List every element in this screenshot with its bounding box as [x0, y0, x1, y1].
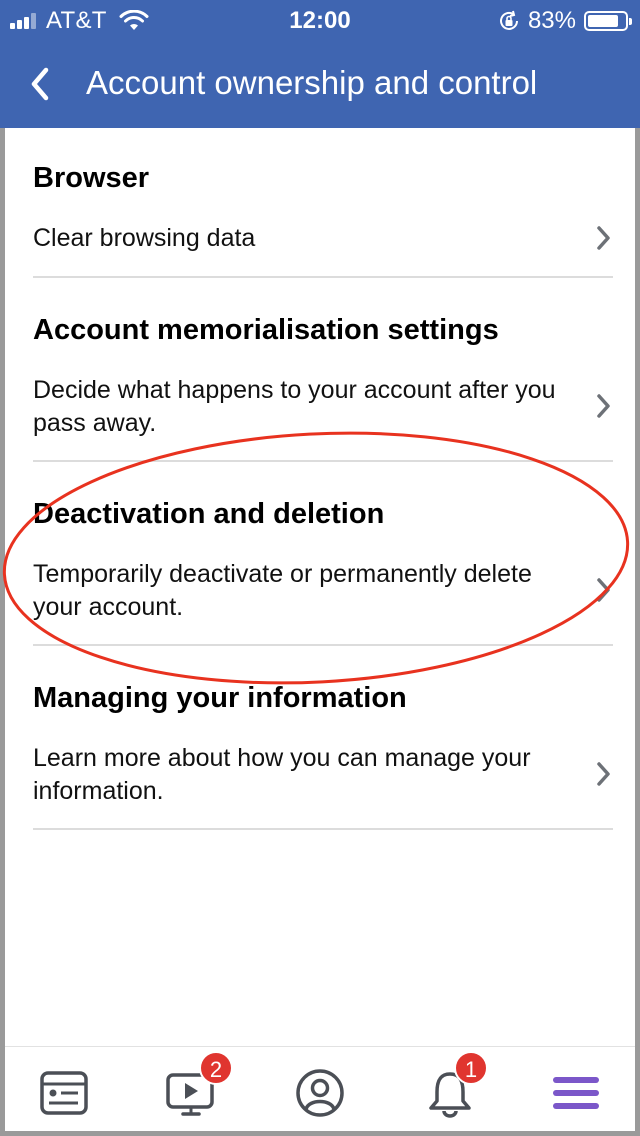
row-description: Learn more about how you can manage your… — [33, 744, 531, 805]
row-memorialisation-settings[interactable]: Decide what happens to your account afte… — [33, 374, 613, 440]
tab-news-feed[interactable] — [37, 1065, 93, 1121]
status-bar: AT&T 12:00 83% — [0, 0, 640, 40]
section-title: Account memorialisation settings — [33, 314, 499, 346]
frame-border-bottom — [0, 1131, 640, 1136]
chevron-right-icon — [597, 762, 610, 786]
row-managing-your-information[interactable]: Learn more about how you can manage your… — [33, 742, 613, 808]
frame-border-left — [0, 128, 5, 1136]
profile-icon — [296, 1069, 344, 1117]
section-title: Managing your information — [33, 682, 407, 714]
row-description: Clear browsing data — [33, 224, 256, 252]
menu-icon — [553, 1077, 599, 1109]
row-description: Temporarily deactivate or permanently de… — [33, 560, 532, 621]
row-deactivation-and-deletion[interactable]: Temporarily deactivate or permanently de… — [33, 558, 613, 624]
divider — [33, 644, 613, 646]
row-clear-browsing-data[interactable]: Clear browsing data — [33, 222, 613, 255]
divider — [33, 460, 613, 462]
chevron-right-icon — [597, 226, 610, 250]
tab-watch[interactable]: 2 — [163, 1051, 233, 1121]
section-title: Browser — [33, 162, 150, 194]
back-button[interactable] — [28, 62, 72, 106]
tab-profile[interactable] — [293, 1065, 349, 1121]
navigation-bar: Account ownership and control — [0, 40, 640, 128]
chevron-left-icon — [31, 67, 49, 101]
frame-border-right — [635, 128, 640, 1136]
battery-icon — [584, 11, 632, 31]
tab-notifications[interactable]: 1 — [421, 1051, 488, 1121]
tab-menu[interactable] — [551, 1065, 607, 1121]
divider — [33, 828, 613, 830]
rotation-lock-icon — [499, 10, 518, 30]
notifications-badge: 1 — [454, 1051, 488, 1085]
news-feed-icon — [40, 1071, 88, 1115]
page-title: Account ownership and control — [86, 64, 538, 101]
divider — [33, 276, 613, 278]
chevron-right-icon — [597, 578, 610, 602]
section-title: Deactivation and deletion — [33, 498, 385, 530]
watch-badge: 2 — [199, 1051, 233, 1085]
tab-bar: 2 1 — [5, 1046, 635, 1131]
row-description: Decide what happens to your account afte… — [33, 376, 556, 437]
battery-percent: 83% — [527, 7, 576, 34]
chevron-right-icon — [597, 394, 610, 418]
